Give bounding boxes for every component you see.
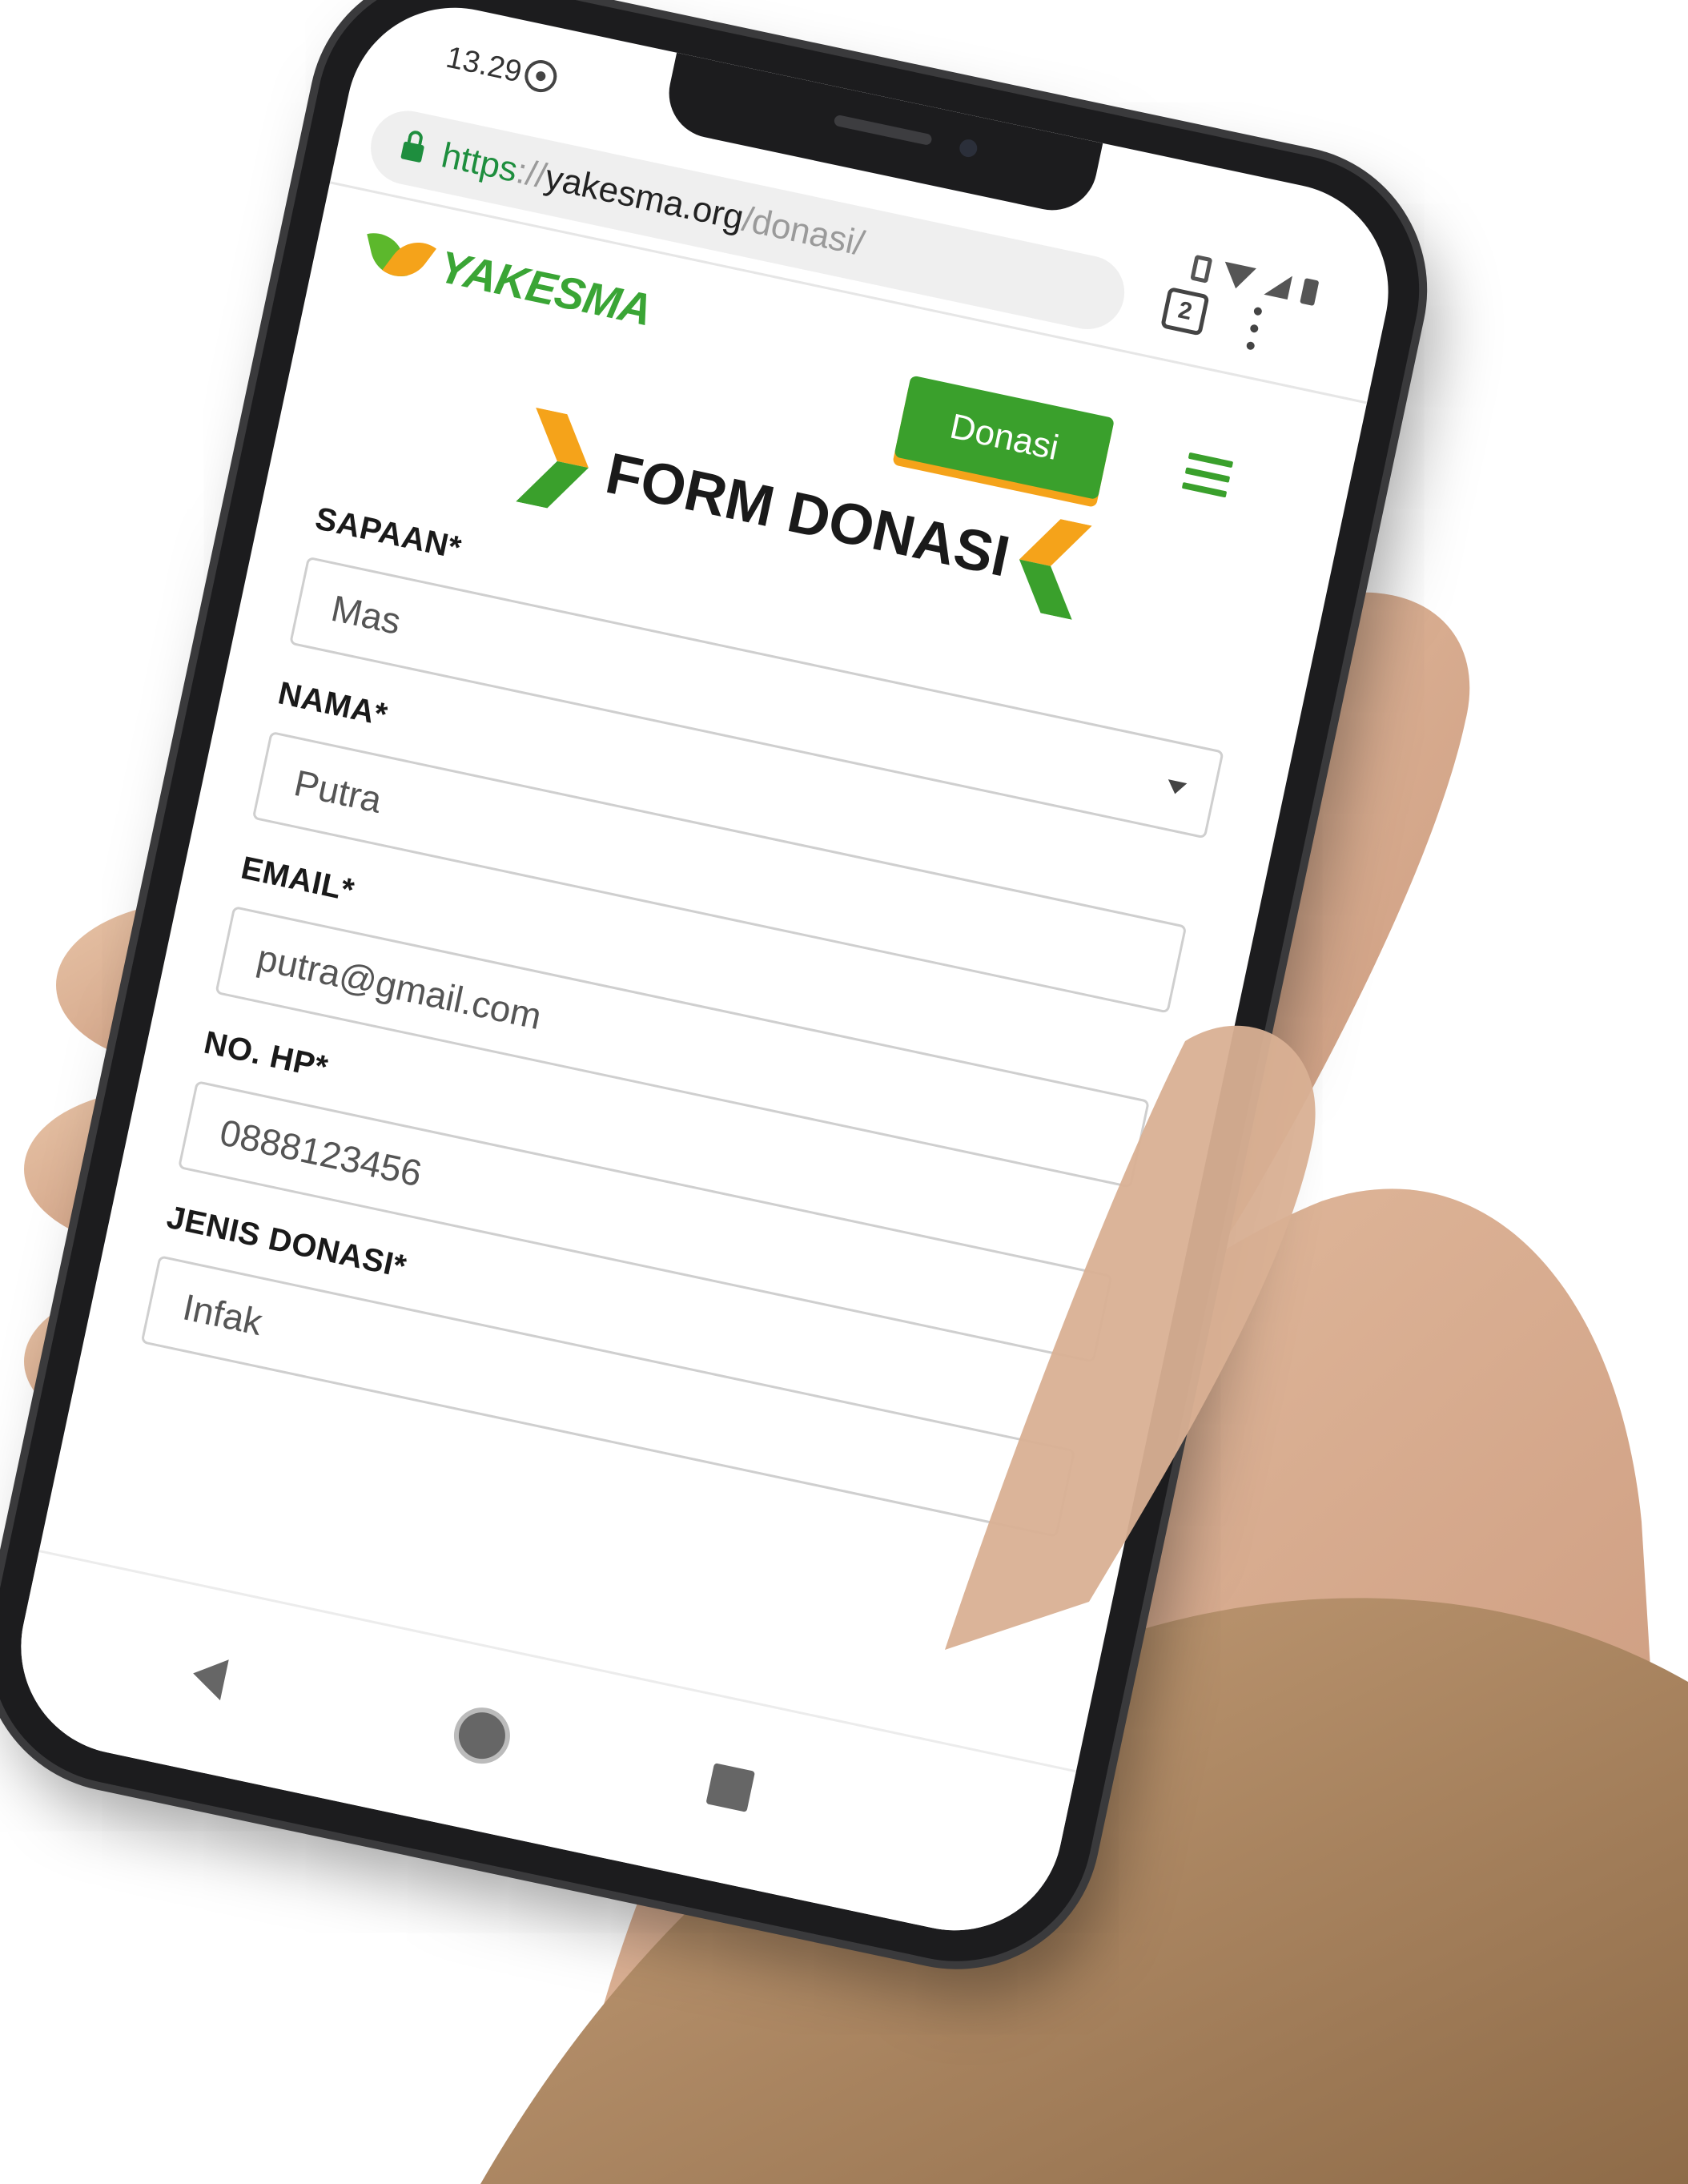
browser-menu-icon[interactable]	[1245, 306, 1263, 351]
logo-text: YAKESMA	[434, 240, 657, 335]
url-path: /donasi/	[738, 199, 868, 263]
hamburger-menu-icon[interactable]	[1181, 452, 1234, 498]
logo-leaf-icon	[366, 219, 442, 296]
email-value: putra@gmail.com	[253, 936, 545, 1038]
status-time: 13.29	[443, 40, 525, 90]
whatsapp-icon	[521, 57, 561, 95]
back-icon[interactable]	[188, 1652, 229, 1701]
sapaan-value: Mas	[328, 586, 405, 642]
lock-icon	[400, 129, 426, 163]
jenis-donasi-value: Infak	[179, 1285, 267, 1344]
no-hp-value: 0888123456	[216, 1111, 426, 1195]
url-scheme: https	[438, 135, 521, 190]
home-icon[interactable]	[454, 1707, 510, 1764]
url-host: yakesma.org	[541, 157, 747, 238]
recents-icon[interactable]	[705, 1763, 756, 1812]
donate-button[interactable]: Donasi	[894, 375, 1115, 501]
dropdown-caret-icon	[1165, 779, 1188, 796]
chevron-left-decor-icon	[1019, 519, 1092, 620]
nama-value: Putra	[290, 762, 386, 821]
chevron-right-decor-icon	[516, 407, 589, 509]
tab-switcher-button[interactable]: 2	[1160, 286, 1210, 336]
donation-form: SAPAAN* Mas NAMA* Putra EMAIL* putra@gma	[134, 501, 1236, 1569]
